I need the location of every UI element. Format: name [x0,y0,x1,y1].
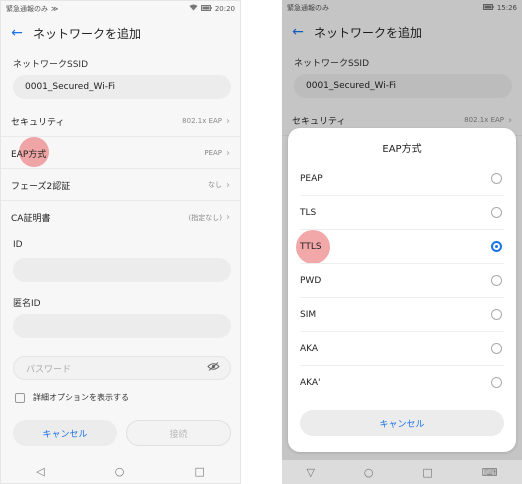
anonymous-id-label: 匿名ID [13,299,41,309]
option-tls[interactable]: TLS [300,196,504,230]
option-sim[interactable]: SIM [300,298,504,332]
back-nav-icon[interactable]: ▽ [306,466,314,479]
back-nav-icon[interactable]: ◁ [36,465,44,478]
radio-unchecked-icon[interactable] [491,275,502,286]
back-arrow-icon[interactable]: ← [7,25,27,41]
wifi-icon [189,4,198,13]
advanced-options-checkbox[interactable] [15,393,25,403]
radio-unchecked-icon[interactable] [491,343,502,354]
radio-unchecked-icon[interactable] [491,173,502,184]
row-value: PEAP [204,149,222,157]
dialog-title: EAP方式 [382,144,422,155]
row-value: 802.1x EAP [182,117,222,125]
status-bar: 緊急通報のみ ≫ 20:20 [1,1,240,16]
row-value: なし [208,181,222,189]
chevron-right-icon: › [226,115,230,127]
page-title: ネットワークを追加 [33,26,142,41]
option-label: PWD [300,275,322,286]
id-input[interactable] [13,258,231,282]
radio-checked-icon[interactable] [491,241,502,252]
option-label: PEAP [300,173,323,184]
row-label: フェーズ2認証 [11,181,71,192]
status-carrier: 緊急通報のみ [6,4,48,13]
chevron-right-icon: › [226,147,230,159]
radio-unchecked-icon[interactable] [491,309,502,320]
option-peap[interactable]: PEAP [300,162,504,196]
connect-button[interactable]: 接続 [126,420,231,446]
row-phase2-auth[interactable]: フェーズ2認証 なし › [1,170,240,201]
password-input[interactable]: パスワード [13,356,231,380]
eye-off-icon[interactable] [207,362,220,374]
phone-screen-left: 緊急通報のみ ≫ 20:20 ← ネットワークを追加 ネットワークSSID 00… [0,0,241,484]
recent-apps-icon[interactable]: □ [422,466,432,479]
navigation-bar: ◁ ○ □ [1,459,240,483]
recent-apps-icon[interactable]: □ [195,465,205,478]
row-label: セキュリティ [11,117,65,128]
ssid-label: ネットワークSSID [13,60,89,70]
id-label: ID [13,240,23,250]
ssid-value: 0001_Secured_Wi-Fi [25,82,116,92]
option-label: TTLS [300,241,322,252]
chevron-right-icon: › [226,179,230,191]
option-label: AKA [300,343,319,354]
dialog-cancel-button[interactable]: キャンセル [300,410,504,436]
home-nav-icon[interactable]: ○ [115,465,125,478]
option-aka[interactable]: AKA [300,332,504,366]
ssid-input[interactable]: 0001_Secured_Wi-Fi [13,75,231,99]
signal-icon: ≫ [51,4,59,13]
keyboard-icon[interactable]: ⌨ [482,466,498,479]
option-aka-prime[interactable]: AKA' [300,366,504,399]
row-eap-method[interactable]: EAP方式 PEAP › [1,138,240,169]
chevron-right-icon: › [226,212,230,223]
eap-method-dialog: EAP方式 PEAP TLS TTLS PWD SIM AKA AKA' キャン… [288,128,516,452]
row-label: CA証明書 [11,214,51,224]
advanced-options-label: 詳細オプションを表示する [33,393,129,402]
battery-icon [200,4,212,13]
row-ca-certificate[interactable]: CA証明書 (指定なし) › [1,202,240,233]
app-bar: ← ネットワークを追加 [1,19,240,47]
anonymous-id-input[interactable] [13,314,231,338]
status-time: 20:20 [214,4,235,13]
radio-unchecked-icon[interactable] [491,377,502,388]
home-nav-icon[interactable]: ○ [364,466,374,479]
row-security[interactable]: セキュリティ 802.1x EAP › [1,106,240,137]
option-pwd[interactable]: PWD [300,264,504,298]
option-label: AKA' [300,377,321,388]
option-label: TLS [300,207,317,218]
navigation-bar: ▽ ○ □ ⌨ [282,460,522,484]
cancel-button[interactable]: キャンセル [13,420,117,446]
option-label: SIM [300,309,317,320]
phone-screen-right: 緊急通報のみ 15:26 ← ネットワークを追加 ネットワークSSID 0001… [282,0,522,484]
password-placeholder: パスワード [26,364,72,375]
radio-unchecked-icon[interactable] [491,207,502,218]
option-ttls[interactable]: TTLS [300,230,504,264]
row-value: (指定なし) [188,213,222,222]
row-label: EAP方式 [11,149,47,160]
